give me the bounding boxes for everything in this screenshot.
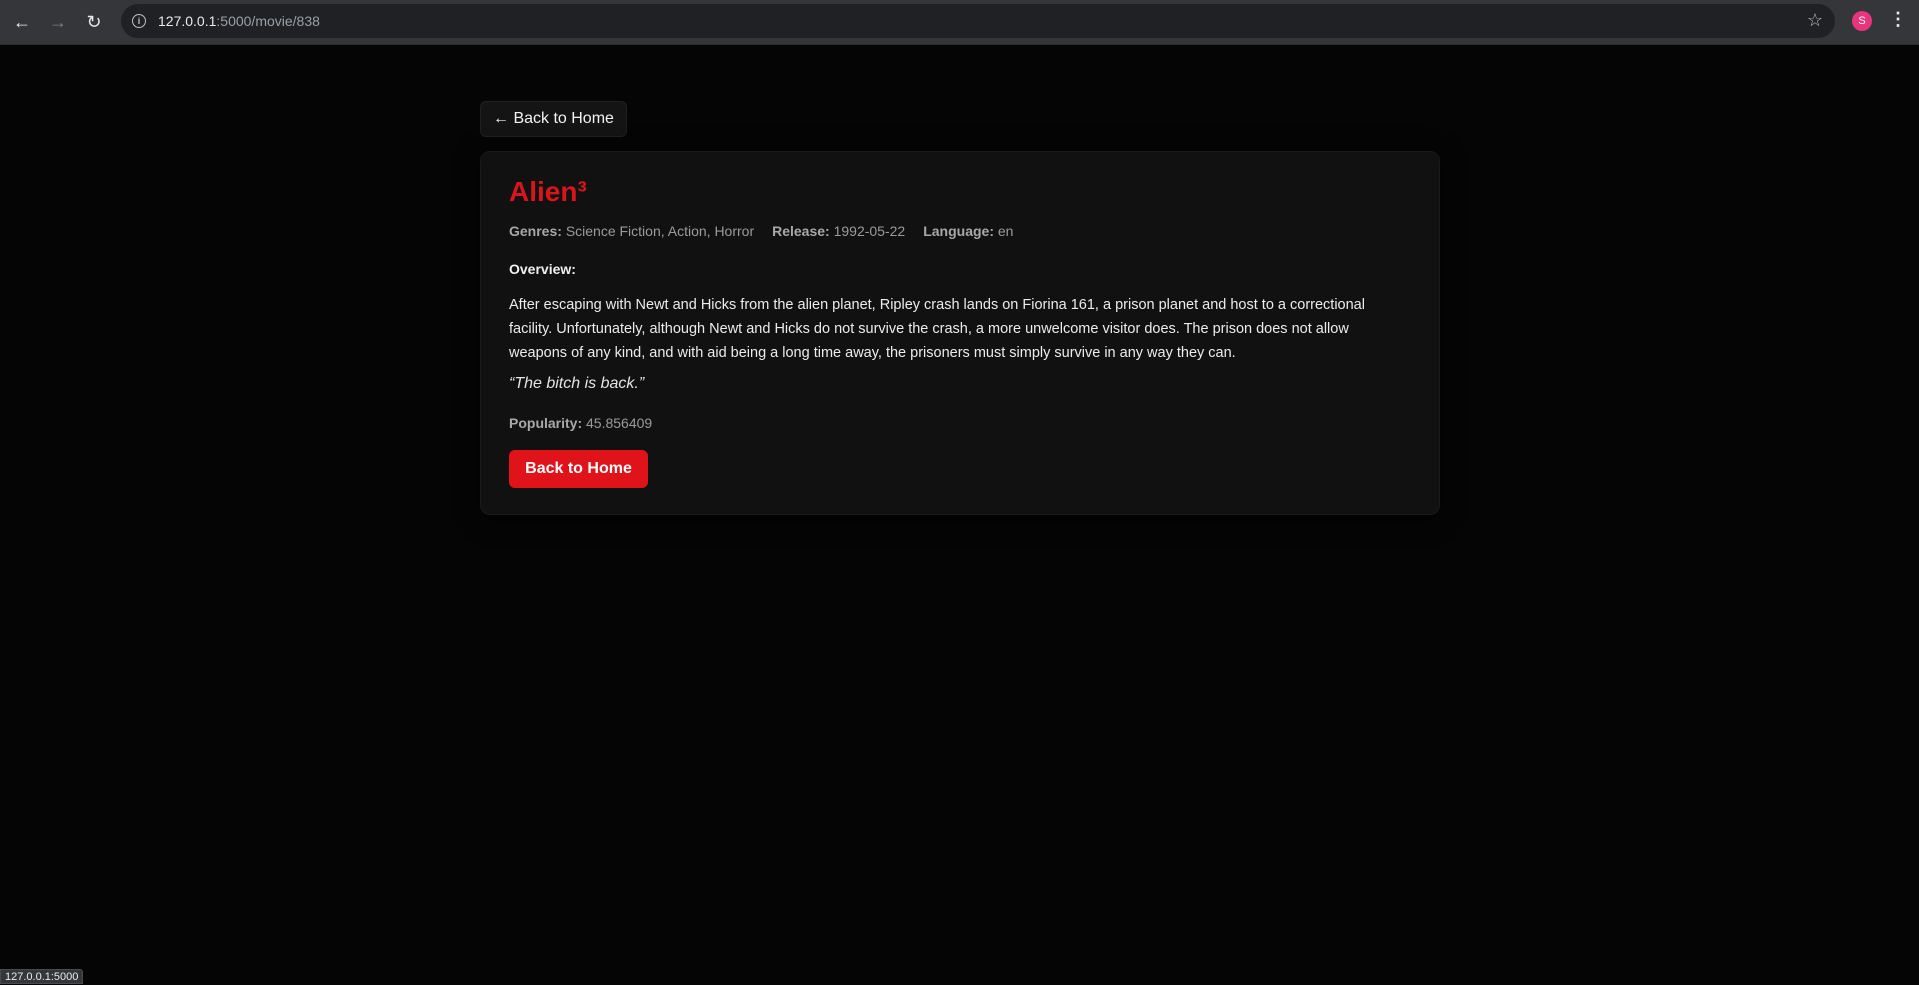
release-value: 1992-05-22 (833, 223, 906, 239)
back-arrow-icon[interactable]: ← (8, 8, 36, 36)
genres-value: Science Fiction, Action, Horror (565, 223, 755, 239)
movie-meta: Genres: Science Fiction, Action, Horror … (509, 223, 1013, 239)
browser-menu-icon[interactable]: ⋮ (1889, 9, 1907, 30)
popularity-label: Popularity: (509, 415, 583, 431)
overview-heading: Overview: (509, 261, 576, 277)
forward-arrow-icon[interactable]: → (44, 8, 72, 36)
bookmark-star-icon[interactable]: ☆ (1807, 10, 1823, 31)
language-value: en (997, 223, 1014, 239)
address-bar[interactable]: i 127.0.0.1:5000/movie/838 ☆ (121, 4, 1835, 38)
site-info-icon[interactable]: i (132, 14, 146, 28)
profile-avatar[interactable]: S (1852, 11, 1872, 31)
status-bar-url: 127.0.0.1:5000 (0, 969, 84, 984)
url-host: 127.0.0.1 (158, 13, 217, 29)
url-path: :5000/movie/838 (216, 13, 320, 29)
movie-details-card: Alien³ Genres: Science Fiction, Action, … (480, 151, 1440, 515)
genres-label: Genres: (509, 223, 562, 239)
language-meta: Language: en (923, 223, 1013, 239)
movie-tagline: “The bitch is back.” (509, 375, 645, 392)
page-body: ← Back to Home Alien³ Genres: Science Fi… (0, 46, 1919, 984)
movie-title: Alien³ (509, 176, 587, 207)
release-meta: Release: 1992-05-22 (772, 223, 905, 239)
language-label: Language: (923, 223, 994, 239)
reload-icon[interactable]: ↻ (80, 8, 108, 36)
url-text[interactable]: 127.0.0.1:5000/movie/838 (158, 13, 320, 29)
browser-toolbar: ← → ↻ i 127.0.0.1:5000/movie/838 ☆ S ⋮ (0, 0, 1919, 45)
popularity-meta: Popularity: 45.856409 (509, 415, 652, 431)
release-label: Release: (772, 223, 830, 239)
overview-text: After escaping with Newt and Hicks from … (509, 297, 1365, 361)
back-to-home-button[interactable]: Back to Home (509, 450, 648, 488)
back-to-home-link[interactable]: ← Back to Home (480, 101, 627, 137)
popularity-value: 45.856409 (586, 415, 653, 431)
genres-meta: Genres: Science Fiction, Action, Horror (509, 223, 754, 239)
